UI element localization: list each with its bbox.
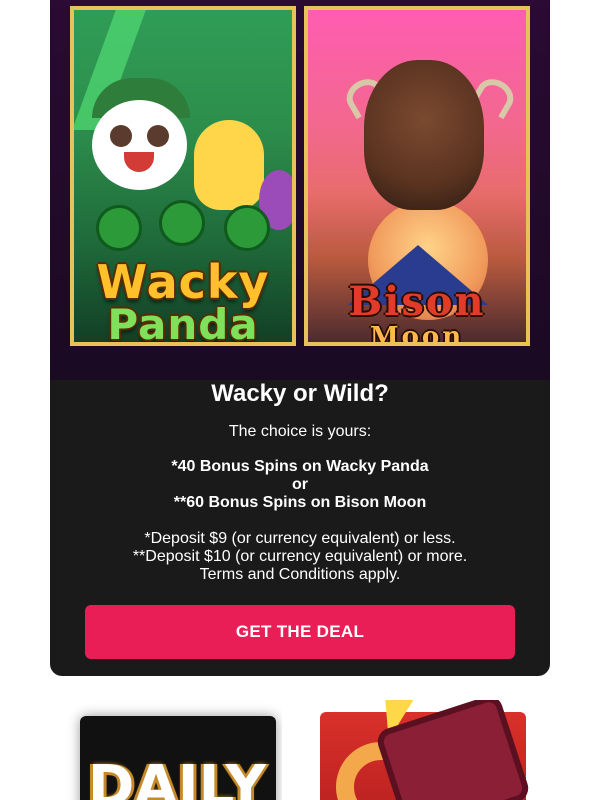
panda-eye <box>147 125 169 147</box>
panda-eye <box>110 125 132 147</box>
promo-subheading: The choice is yours: <box>228 423 372 440</box>
terms-line-1: *Deposit $9 (or currency equivalent) or … <box>144 530 456 547</box>
watermelon <box>224 205 270 251</box>
banana-character <box>194 120 264 210</box>
panda-mouth <box>124 152 154 172</box>
wacky-panda-logo-bottom: Panda <box>107 300 259 346</box>
bison-character <box>364 60 484 210</box>
slot-promo-tile[interactable] <box>316 700 536 800</box>
hero-banner[interactable]: Wacky Panda Bison Moon <box>50 0 550 380</box>
offer-details: *40 Bonus Spins on Wacky Panda or **60 B… <box>50 458 550 512</box>
bison-moon-logo-bottom: Moon <box>369 322 465 346</box>
terms-text: *Deposit $9 (or currency equivalent) or … <box>50 530 550 584</box>
offer-line-1: *40 Bonus Spins on Wacky Panda <box>171 458 429 475</box>
offer-line-2: **60 Bonus Spins on Bison Moon <box>173 494 427 511</box>
terms-line-3[interactable]: Terms and Conditions apply. <box>50 566 550 584</box>
watermelon <box>96 205 142 251</box>
panda-character <box>92 100 187 190</box>
bison-moon-art: Bison Moon <box>304 6 530 346</box>
daily-logo: DAILY <box>87 754 267 800</box>
get-the-deal-button[interactable]: GET THE DEAL <box>85 605 515 659</box>
watermelon <box>159 200 205 246</box>
promo-content: Wacky or Wild? The choice is yours: *40 … <box>50 380 550 659</box>
bison-moon-logo-top: Bison <box>348 278 486 325</box>
daily-promo-tile[interactable]: DAILY <box>62 700 282 800</box>
wacky-panda-art: Wacky Panda <box>70 6 296 346</box>
promo-headline: Wacky or Wild? <box>211 380 389 407</box>
terms-line-2: **Deposit $10 (or currency equivalent) o… <box>132 548 468 565</box>
offer-or: or <box>292 476 308 493</box>
promo-card: Wacky Panda Bison Moon Wacky or Wild? Th… <box>50 0 550 676</box>
